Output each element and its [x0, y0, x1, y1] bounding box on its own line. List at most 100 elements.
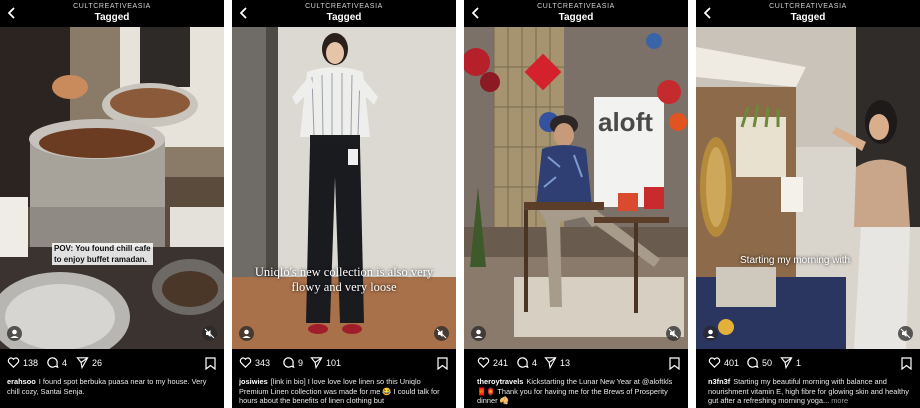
- user-tag-badge[interactable]: [703, 326, 718, 341]
- comment-bubble-icon: [747, 357, 759, 369]
- tagged-post-2: CULTCREATIVEASIA Tagged Uniqlo's new col…: [232, 0, 456, 408]
- like-button[interactable]: 241: [477, 356, 508, 369]
- paper-plane-icon: [76, 357, 89, 369]
- lunar-new-year-scene-image: [464, 27, 688, 349]
- post-caption: n3fn3f Starting my beautiful morning with…: [708, 377, 914, 408]
- comment-button[interactable]: 50: [746, 356, 772, 369]
- top-bar: CULTCREATIVEASIA Tagged: [232, 0, 456, 26]
- food-scene-image: [0, 27, 224, 349]
- post-media[interactable]: Uniqlo's new collection is also very flo…: [232, 27, 456, 349]
- comment-count: 4: [62, 357, 68, 368]
- like-count: 241: [493, 357, 509, 368]
- share-count: 26: [92, 357, 103, 368]
- page-title: Tagged: [558, 12, 594, 23]
- heart-icon: [477, 357, 490, 368]
- more-link[interactable]: more: [831, 396, 848, 405]
- heart-icon: [7, 357, 20, 368]
- comment-count: 9: [298, 357, 304, 368]
- paper-plane-icon: [544, 357, 557, 369]
- comment-bubble-icon: [47, 357, 59, 369]
- audio-toggle[interactable]: [666, 326, 681, 341]
- share-count: 13: [560, 357, 571, 368]
- tagged-post-1: CULTCREATIVEASIA Tagged POV: You found c…: [0, 0, 224, 408]
- like-count: 343: [255, 357, 271, 368]
- comment-button[interactable]: 9: [282, 356, 303, 369]
- like-count: 138: [23, 357, 39, 368]
- like-button[interactable]: 401: [708, 356, 739, 369]
- post-actions: 138 4 26: [0, 356, 224, 374]
- author-handle[interactable]: erahsoo: [7, 377, 36, 386]
- heart-icon: [239, 357, 252, 368]
- bookmark-icon[interactable]: [205, 357, 216, 370]
- comment-button[interactable]: 4: [516, 356, 537, 369]
- fashion-model-image: [232, 27, 456, 349]
- account-name: CULTCREATIVEASIA: [537, 3, 615, 10]
- video-overlay-text: POV: You found chill cafe to enjoy buffe…: [52, 243, 153, 265]
- video-overlay-text: Uniqlo's new collection is also very flo…: [254, 265, 434, 294]
- share-count: 1: [796, 357, 802, 368]
- person-icon: [474, 329, 483, 338]
- caption-text: Starting my beautiful morning with balan…: [708, 377, 909, 406]
- user-tag-badge[interactable]: [239, 326, 254, 341]
- audio-toggle[interactable]: [434, 326, 449, 341]
- audio-toggle[interactable]: [202, 326, 217, 341]
- muted-speaker-icon: [668, 328, 679, 339]
- muted-speaker-icon: [436, 328, 447, 339]
- top-bar: CULTCREATIVEASIA Tagged: [464, 0, 688, 26]
- user-tag-badge[interactable]: [7, 326, 22, 341]
- tagged-posts-strip: CULTCREATIVEASIA Tagged POV: You found c…: [0, 0, 920, 408]
- share-button[interactable]: 1: [780, 356, 801, 369]
- caption-text: [link in bio] I love love love linen so …: [239, 377, 440, 406]
- author-handle[interactable]: theroytravels: [477, 377, 523, 386]
- video-overlay-text: Starting my morning with: [740, 255, 851, 266]
- comment-bubble-icon: [283, 357, 295, 369]
- user-tag-badge[interactable]: [471, 326, 486, 341]
- author-handle[interactable]: n3fn3f: [708, 377, 730, 386]
- tagged-post-3: CULTCREATIVEASIA Tagged aloft 241 4 13 t…: [464, 0, 688, 408]
- author-handle[interactable]: josiwies: [239, 377, 268, 386]
- like-button[interactable]: 343: [239, 356, 270, 369]
- comment-bubble-icon: [517, 357, 529, 369]
- post-caption: josiwies [link in bio] I love love love l…: [239, 377, 450, 408]
- caption-text: I found spot berbuka puasa near to my ho…: [7, 377, 207, 396]
- person-icon: [10, 329, 19, 338]
- top-bar: CULTCREATIVEASIA Tagged: [696, 0, 920, 26]
- muted-speaker-icon: [900, 328, 911, 339]
- account-name: CULTCREATIVEASIA: [305, 3, 383, 10]
- like-count: 401: [724, 357, 740, 368]
- share-button[interactable]: 26: [76, 356, 102, 369]
- post-caption: theroytravels Kickstarting the Lunar New …: [477, 377, 682, 408]
- like-button[interactable]: 138: [7, 356, 38, 369]
- muted-speaker-icon: [204, 328, 215, 339]
- post-actions: 241 4 13: [464, 356, 688, 374]
- page-title: Tagged: [326, 12, 362, 23]
- comment-count: 50: [762, 357, 773, 368]
- post-media[interactable]: aloft: [464, 27, 688, 349]
- share-count: 101: [326, 357, 342, 368]
- post-caption: erahsoo I found spot berbuka puasa near t…: [7, 377, 218, 408]
- hotel-sign-text: aloft: [598, 107, 653, 137]
- wellness-morning-image: [696, 27, 920, 349]
- comment-button[interactable]: 4: [46, 356, 67, 369]
- paper-plane-icon: [780, 357, 793, 369]
- share-button[interactable]: 101: [310, 356, 341, 369]
- page-title: Tagged: [94, 12, 130, 23]
- share-button[interactable]: 13: [544, 356, 570, 369]
- audio-toggle[interactable]: [898, 326, 913, 341]
- bookmark-icon[interactable]: [901, 357, 912, 370]
- person-icon: [242, 329, 251, 338]
- heart-icon: [708, 357, 721, 368]
- paper-plane-icon: [310, 357, 323, 369]
- bookmark-icon[interactable]: [669, 357, 680, 370]
- bookmark-icon[interactable]: [437, 357, 448, 370]
- post-actions: 401 50 1: [696, 356, 920, 374]
- person-icon: [706, 329, 715, 338]
- account-name: CULTCREATIVEASIA: [73, 3, 151, 10]
- post-media[interactable]: POV: You found chill cafe to enjoy buffe…: [0, 27, 224, 349]
- post-actions: 343 9 101: [232, 356, 456, 374]
- comment-count: 4: [532, 357, 538, 368]
- tagged-post-4: CULTCREATIVEASIA Tagged Starting my morn…: [696, 0, 920, 408]
- page-title: Tagged: [790, 12, 826, 23]
- post-media[interactable]: Starting my morning with: [696, 27, 920, 349]
- top-bar: CULTCREATIVEASIA Tagged: [0, 0, 224, 26]
